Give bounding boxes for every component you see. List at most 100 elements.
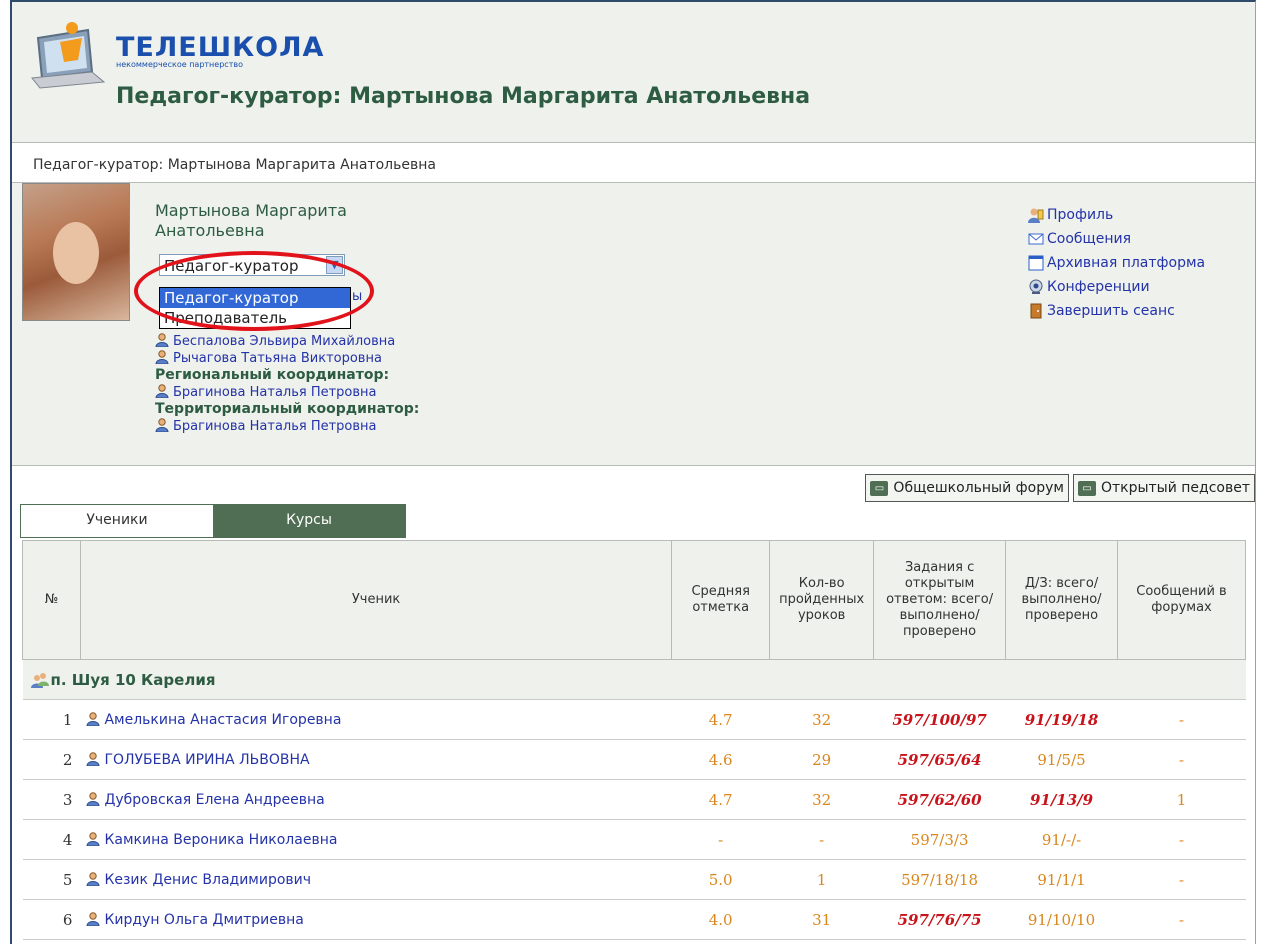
forum-buttons: ▭ Общешкольный форум ▭ Открытый педсовет xyxy=(865,474,1255,502)
chat-icon: ▭ xyxy=(1077,480,1096,496)
highlight-ellipse xyxy=(134,251,374,331)
avg-grade: 5.0 xyxy=(671,859,770,900)
lessons-count: 32 xyxy=(769,699,874,740)
forum-messages: - xyxy=(1117,699,1246,740)
student-link[interactable]: ГОЛУБЕВА ИРИНА ЛЬВОВНА xyxy=(80,739,672,780)
logo-laptop-icon xyxy=(31,22,105,89)
school-forum-button[interactable]: ▭ Общешкольный форум xyxy=(865,474,1069,502)
person-icon xyxy=(155,350,169,364)
tab-students[interactable]: Ученики xyxy=(21,505,213,537)
homework[interactable]: 91/-/- xyxy=(1005,819,1118,860)
avg-grade: 4.6 xyxy=(671,739,770,780)
person-icon xyxy=(86,711,100,726)
profile-name: Мартынова Маргарита Анатольевна xyxy=(155,201,347,240)
student-link[interactable]: Амелькина Анастасия Игоревна xyxy=(80,699,672,740)
avg-grade: 4.0 xyxy=(671,899,770,940)
avg-grade: 4.7 xyxy=(671,779,770,820)
tab-courses[interactable]: Курсы xyxy=(213,505,405,537)
group-row: п. Шуя 10 Карелия xyxy=(22,659,1246,700)
window-icon xyxy=(1028,255,1044,271)
logo-subtitle: некоммерческое партнерство xyxy=(116,60,243,69)
student-link[interactable]: Камкина Вероника Николаевна xyxy=(80,819,672,860)
open-tasks[interactable]: 597/65/64 xyxy=(873,739,1006,780)
profile-link[interactable]: Профиль xyxy=(1028,203,1205,227)
person-link[interactable]: Брагинова Наталья Петровна xyxy=(155,418,419,435)
person-icon xyxy=(86,871,100,886)
homework[interactable]: 91/5/5 xyxy=(1005,739,1118,780)
open-council-button[interactable]: ▭ Открытый педсовет xyxy=(1072,474,1255,502)
avg-grade: - xyxy=(671,819,770,860)
open-tasks[interactable]: 597/76/75 xyxy=(873,899,1006,940)
col-header: Д/З: всего/ выполнено/ проверено xyxy=(1005,540,1119,660)
table-row: 1 Амелькина Анастасия Игоревна 4.7 32 597/10… xyxy=(22,699,1246,740)
door-icon xyxy=(1030,303,1042,319)
person-link[interactable]: Брагинова Наталья Петровна xyxy=(155,384,419,401)
logo-text: ТЕЛЕШКОЛА xyxy=(116,32,325,63)
col-header: Сообщений в форумах xyxy=(1117,540,1246,660)
table-row: 6 Кирдун Ольга Дмитриевна 4.0 31 597/76/75 91… xyxy=(22,899,1246,940)
profile-links: Профиль Сообщения Архивная платформа Кон… xyxy=(1028,203,1205,323)
page-title: Педагог-куратор: Мартынова Маргарита Ана… xyxy=(116,84,811,109)
avg-grade: 4.7 xyxy=(671,699,770,740)
forum-messages: - xyxy=(1117,819,1246,860)
lessons-count: - xyxy=(769,819,874,860)
person-icon xyxy=(86,791,100,806)
forum-messages: - xyxy=(1117,739,1246,780)
homework[interactable]: 91/1/1 xyxy=(1005,859,1118,900)
lessons-count: 29 xyxy=(769,739,874,780)
mail-icon xyxy=(1028,233,1044,245)
open-tasks[interactable]: 597/62/60 xyxy=(873,779,1006,820)
table-row: 2 ГОЛУБЕВА ИРИНА ЛЬВОВНА 4.6 29 597/65/64 91/… xyxy=(22,739,1246,780)
row-number: 6 xyxy=(22,899,81,940)
student-link[interactable]: Кезик Денис Владимирович xyxy=(80,859,672,900)
student-link[interactable]: Дубровская Елена Андреевна xyxy=(80,779,672,820)
students-table: № Ученик Средняя отметка Кол-во пройденн… xyxy=(22,540,1246,940)
person-link[interactable]: Рычагова Татьяна Викторовна xyxy=(155,350,419,367)
open-tasks[interactable]: 597/3/3 xyxy=(873,819,1006,860)
forum-messages: - xyxy=(1117,899,1246,940)
lessons-count: 32 xyxy=(769,779,874,820)
group-icon xyxy=(30,672,49,688)
homework[interactable]: 91/13/9 xyxy=(1005,779,1118,820)
row-number: 4 xyxy=(22,819,81,860)
conferences-link[interactable]: Конференции xyxy=(1028,275,1205,299)
homework[interactable]: 91/10/10 xyxy=(1005,899,1118,940)
logout-link[interactable]: Завершить сеанс xyxy=(1028,299,1205,323)
row-number: 5 xyxy=(22,859,81,900)
table-row: 4 Камкина Вероника Николаевна - -597/3/3 91/… xyxy=(22,819,1246,860)
archive-link[interactable]: Архивная платформа xyxy=(1028,251,1205,275)
person-icon xyxy=(86,751,100,766)
breadcrumb: Педагог-куратор: Мартынова Маргарита Ана… xyxy=(33,157,436,173)
person-icon xyxy=(155,384,169,398)
role-label: Региональный координатор: xyxy=(155,367,390,383)
col-header: № xyxy=(22,540,81,660)
person-link[interactable]: Беспалова Эльвира Михайловна xyxy=(155,333,419,350)
col-header: Ученик xyxy=(79,540,673,660)
lessons-count: 1 xyxy=(769,859,874,900)
row-number: 2 xyxy=(22,739,81,780)
row-number: 3 xyxy=(22,779,81,820)
person-icon xyxy=(86,831,100,846)
open-tasks[interactable]: 597/100/97 xyxy=(873,699,1006,740)
table-row: 3 Дубровская Елена Андреевна 4.7 32 597/62/6… xyxy=(22,779,1246,820)
messages-link[interactable]: Сообщения xyxy=(1028,227,1205,251)
col-header: Задания с открытым ответом: всего/ выпол… xyxy=(873,540,1007,660)
homework[interactable]: 91/19/18 xyxy=(1005,699,1118,740)
open-tasks[interactable]: 597/18/18 xyxy=(873,859,1006,900)
site-header: ТЕЛЕШКОЛА некоммерческое партнерство Пед… xyxy=(12,2,1255,143)
student-link[interactable]: Кирдун Ольга Дмитриевна xyxy=(80,899,672,940)
chat-icon: ▭ xyxy=(870,480,889,496)
role-label: Территориальный координатор: xyxy=(155,401,420,417)
person-icon xyxy=(86,911,100,926)
col-header: Средняя отметка xyxy=(671,540,771,660)
person-icon xyxy=(155,333,169,347)
row-number: 1 xyxy=(22,699,81,740)
page-frame: ТЕЛЕШКОЛА некоммерческое партнерство Пед… xyxy=(10,0,1256,944)
person-icon xyxy=(155,418,169,432)
forum-messages: 1 xyxy=(1117,779,1246,820)
forum-messages: - xyxy=(1117,859,1246,900)
avatar xyxy=(22,183,130,321)
people-list: Беспалова Эльвира Михайловна Рычагова Та… xyxy=(155,333,419,435)
table-row: 5 Кезик Денис Владимирович 5.0 1 597/18/18 91… xyxy=(22,859,1246,900)
col-header: Кол-во пройденных уроков xyxy=(769,540,875,660)
